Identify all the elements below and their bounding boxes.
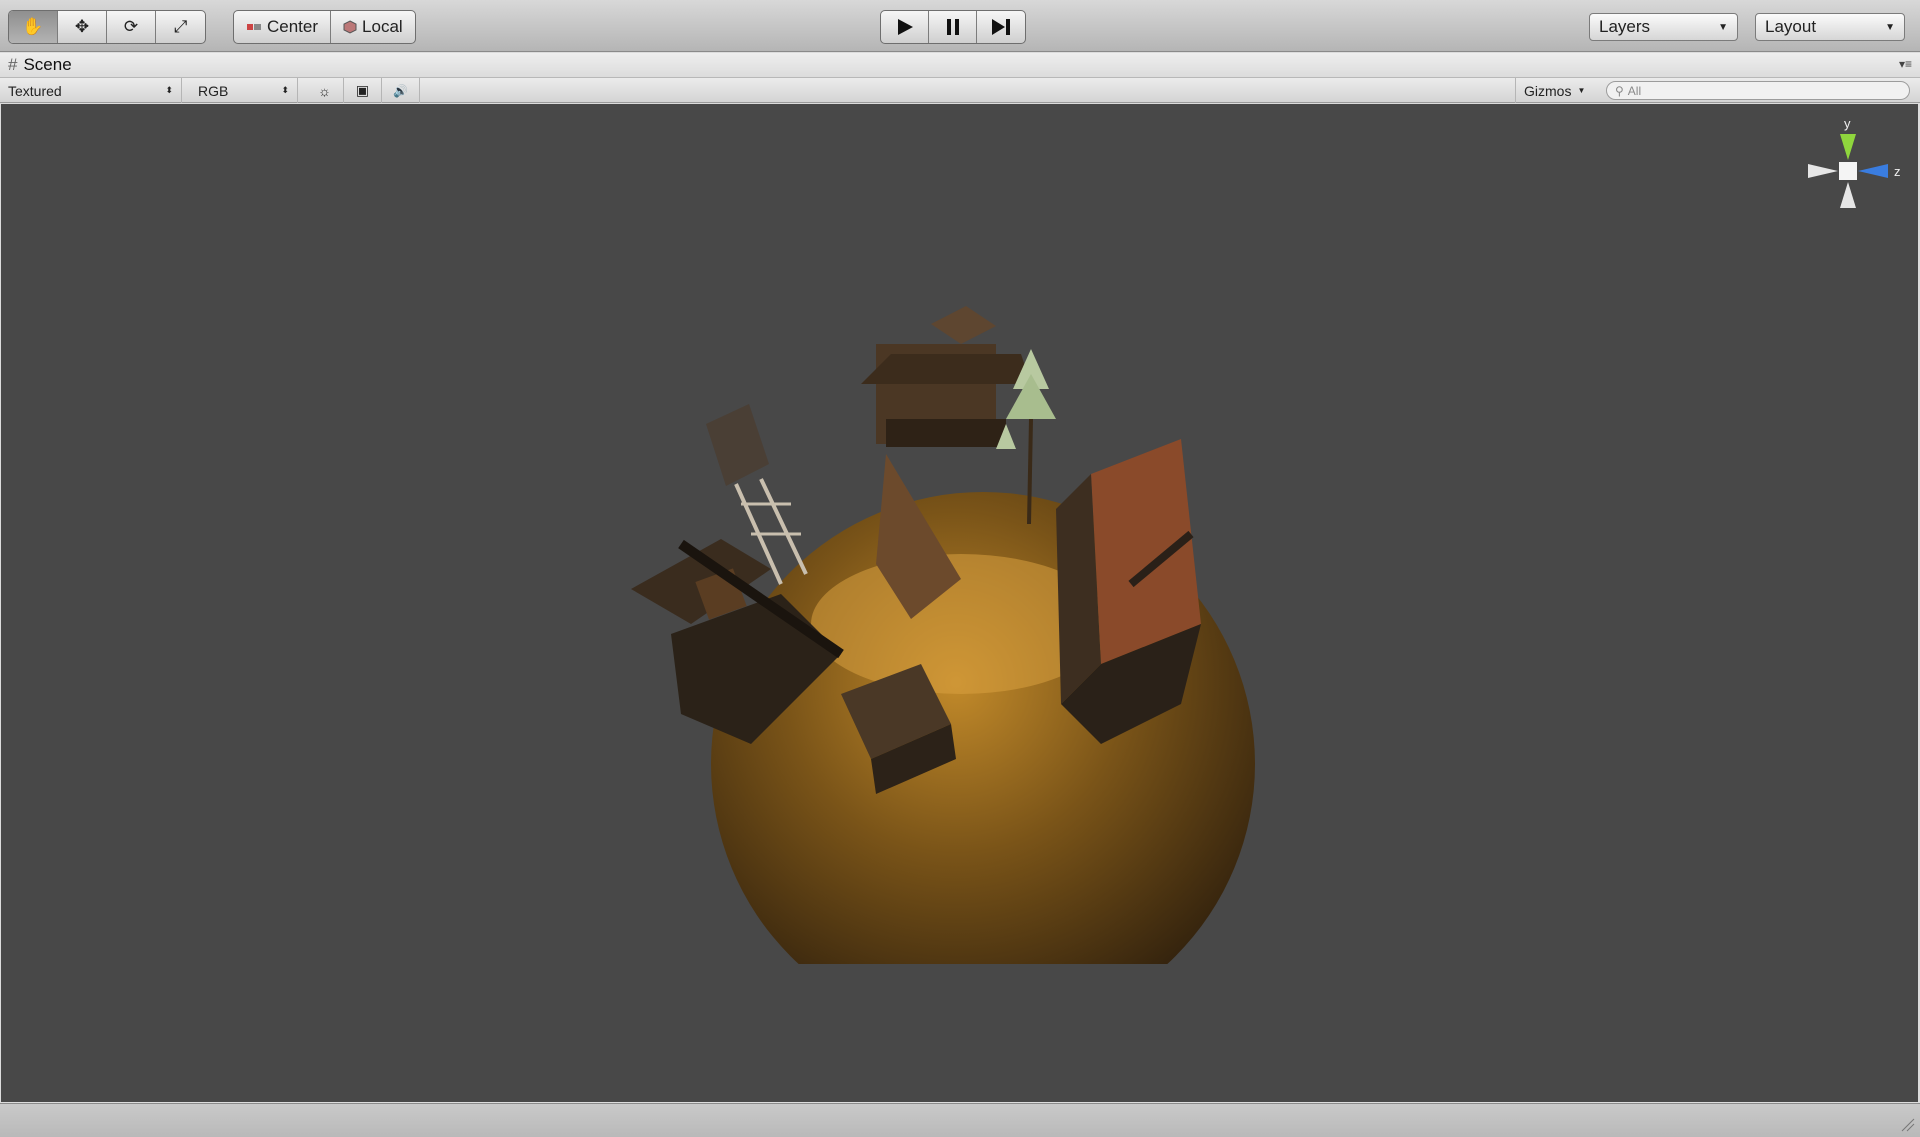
render-mode-value: Textured — [8, 82, 62, 99]
color-mode-value: RGB — [198, 82, 229, 99]
hand-tool-button[interactable]: ✋ — [9, 11, 58, 43]
scene-tab-bar: # Scene ▾≡ — [0, 53, 1920, 78]
play-icon — [897, 19, 913, 35]
updown-icon: ⬍ — [281, 85, 289, 95]
center-pivot-button[interactable]: Center — [234, 11, 332, 43]
chevron-down-icon: ▼ — [1577, 86, 1586, 95]
local-cube-icon — [343, 20, 357, 34]
x-axis-cone — [1808, 164, 1838, 178]
main-toolbar: ✋ ✥ ⟳ ⤢ Center Local Layers ▼ Layout ▼ — [0, 0, 1920, 52]
tab-menu-icon[interactable]: ▾≡ — [1899, 57, 1912, 71]
chevron-down-icon: ▼ — [1718, 21, 1728, 33]
axis-gizmo[interactable]: y z — [1792, 112, 1912, 222]
tiled-roof-building — [1056, 439, 1201, 744]
layout-label: Layout — [1765, 17, 1817, 36]
scene-audio-toggle[interactable]: 🔊 — [382, 78, 420, 103]
scene-fx-toggle[interactable]: ▣ — [344, 78, 382, 103]
layers-dropdown[interactable]: Layers ▼ — [1589, 13, 1738, 41]
step-icon — [992, 19, 1010, 35]
y-axis-label: y — [1844, 116, 1851, 131]
scene-grid-icon: # — [8, 55, 18, 74]
scale-tool-button[interactable]: ⤢ — [156, 11, 205, 43]
move-tool-icon: ✥ — [74, 17, 90, 36]
scene-controls-bar: Textured ⬍ RGB ⬍ ☼ ▣ 🔊 Gizmos ▼ ⚲ All — [0, 78, 1920, 103]
scene-tab-label: Scene — [23, 55, 72, 74]
center-pivot-label: Center — [267, 17, 319, 36]
gizmos-dropdown[interactable]: Gizmos ▼ — [1515, 78, 1595, 103]
updown-icon: ⬍ — [165, 85, 173, 95]
pause-icon — [946, 19, 959, 35]
step-button[interactable] — [977, 11, 1025, 43]
pause-button[interactable] — [929, 11, 977, 43]
z-axis-label: z — [1894, 164, 1901, 179]
playback-controls — [880, 10, 1026, 44]
sun-icon: ☼ — [318, 82, 331, 99]
status-bar — [0, 1103, 1920, 1137]
y-axis-cone — [1840, 134, 1856, 160]
play-button[interactable] — [881, 11, 929, 43]
z-axis-cone — [1858, 164, 1888, 178]
rotate-tool-button[interactable]: ⟳ — [107, 11, 156, 43]
local-rotation-label: Local — [362, 17, 403, 36]
down-axis-cone — [1840, 182, 1856, 208]
hand-tool-icon: ✋ — [22, 17, 44, 36]
gizmo-center-cube[interactable] — [1839, 162, 1857, 180]
scene-lighting-toggle[interactable]: ☼ — [306, 78, 344, 103]
tab-scene[interactable]: # Scene — [8, 55, 72, 75]
pivot-toggles: Center Local — [233, 10, 416, 44]
image-icon: ▣ — [355, 82, 370, 98]
scene-viewport[interactable]: y z — [1, 104, 1918, 1102]
local-rotation-button[interactable]: Local — [331, 11, 415, 43]
scale-tool-icon: ⤢ — [173, 17, 188, 36]
transform-tools: ✋ ✥ ⟳ ⤢ — [8, 10, 206, 44]
layout-dropdown[interactable]: Layout ▼ — [1755, 13, 1905, 41]
chevron-down-icon: ▼ — [1885, 21, 1895, 33]
render-mode-dropdown[interactable]: Textured ⬍ — [0, 78, 182, 103]
move-tool-button[interactable]: ✥ — [58, 11, 107, 43]
scene-search-input[interactable]: ⚲ All — [1606, 81, 1910, 100]
rotate-tool-icon: ⟳ — [123, 17, 139, 36]
resize-grip-icon[interactable] — [1900, 1117, 1916, 1133]
color-mode-dropdown[interactable]: RGB ⬍ — [190, 78, 298, 103]
layers-label: Layers — [1599, 17, 1651, 36]
gizmos-label: Gizmos — [1524, 82, 1572, 99]
speaker-icon: 🔊 — [393, 83, 408, 98]
search-icon: ⚲ — [1615, 83, 1624, 98]
center-pivot-icon — [247, 24, 261, 30]
planet-scene-render — [631, 306, 1255, 964]
search-placeholder: All — [1627, 83, 1642, 98]
